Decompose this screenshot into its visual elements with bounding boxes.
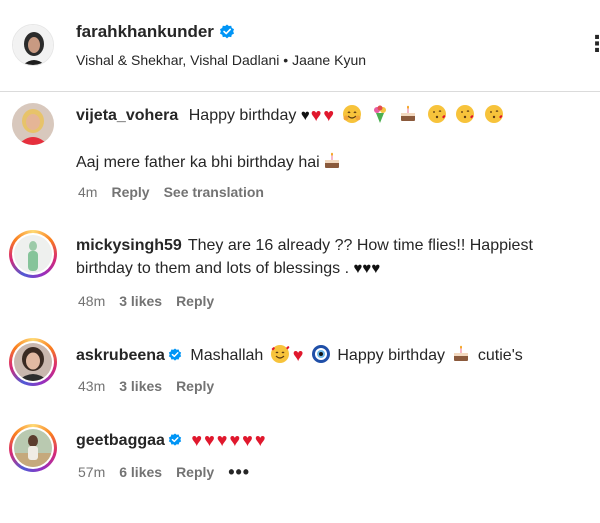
reply-button[interactable]: Reply [176, 378, 214, 394]
author-username[interactable]: farahkhankunder [76, 22, 214, 42]
comment-text: geetbaggaa ♥ ♥ ♥ ♥ ♥ ♥ [76, 429, 586, 452]
face-blowing-kiss-icon [484, 105, 503, 123]
birthday-cake-icon [324, 152, 339, 168]
comment-username[interactable]: askrubeena [76, 347, 165, 364]
red-heart-icon: ♥ [254, 430, 266, 450]
commenter-avatar[interactable] [9, 230, 57, 278]
comment-timestamp: 43m [78, 378, 106, 394]
author-avatar[interactable] [12, 24, 54, 66]
comment-meta: 48m 3 likes Reply [78, 293, 214, 309]
comment-message-part-2: Happy birthday [337, 347, 445, 364]
face-blowing-kiss-icon [427, 105, 446, 123]
birthday-cake-icon [401, 105, 416, 121]
birthday-cake-icon [454, 345, 469, 361]
more-options-icon[interactable]: ••• [228, 463, 250, 481]
red-heart-icon: ♥ [242, 430, 253, 450]
likes-count[interactable]: 6 likes [119, 464, 162, 480]
comment-meta: 4m Reply See translation [78, 184, 264, 200]
comment-message-part-3: cutie's [477, 347, 523, 364]
reply-button[interactable]: Reply [111, 184, 149, 200]
red-heart-icon: ♥ [191, 430, 203, 450]
comment-message: Happy birthday [188, 107, 297, 124]
reply-button[interactable]: Reply [176, 464, 214, 480]
bouquet-icon [374, 105, 386, 123]
commenter-avatar[interactable] [9, 424, 57, 472]
red-heart-icon: ♥ [204, 430, 215, 450]
comment-text: askrubeena Mashallah ♥ Happy birthday cu… [76, 344, 586, 367]
likes-count[interactable]: 3 likes [119, 293, 162, 309]
red-heart-icon: ♥ [310, 105, 322, 125]
comment-timestamp: 4m [78, 184, 98, 200]
comment-username[interactable]: mickysingh59 [76, 237, 182, 254]
see-translation-button[interactable]: See translation [164, 184, 264, 200]
face-blowing-kiss-icon [456, 105, 475, 123]
post-header: farahkhankunder Vishal & Shekhar, Vishal… [0, 0, 600, 92]
nazar-amulet-icon [311, 345, 330, 363]
audio-attribution[interactable]: Vishal & Shekhar, Vishal Dadlani • Jaane… [76, 52, 366, 68]
black-heart-icon: ♥ [300, 107, 310, 124]
comment-text: mickysingh59 They are 16 already ?? How t… [76, 234, 586, 280]
red-heart-icon: ♥ [323, 105, 335, 125]
smiling-face-with-hearts-icon [270, 345, 290, 363]
comment-meta: 43m 3 likes Reply [78, 378, 214, 394]
comment-timestamp: 48m [78, 293, 106, 309]
red-heart-icon: ♥ [216, 430, 228, 450]
hugging-face-icon [342, 105, 361, 123]
comment-username[interactable]: geetbaggaa [76, 432, 165, 449]
likes-count[interactable]: 3 likes [119, 378, 162, 394]
reply-button[interactable]: Reply [176, 293, 214, 309]
comment-message: Mashallah [190, 347, 264, 364]
red-heart-icon: ♥ [229, 430, 241, 450]
verified-badge-icon [219, 24, 234, 39]
red-heart-icon: ♥ [292, 345, 304, 365]
commenter-avatar[interactable] [9, 100, 57, 148]
verified-badge-icon [168, 433, 182, 446]
comment-meta: 57m 6 likes Reply ••• [78, 463, 250, 481]
verified-badge-icon [168, 348, 182, 361]
comment-username[interactable]: vijeta_vohera [76, 107, 178, 124]
comment-timestamp: 57m [78, 464, 106, 480]
comment-text: vijeta_vohera Happy birthday ♥♥ ♥ Aaj mer… [76, 104, 586, 174]
commenter-avatar[interactable] [9, 338, 57, 386]
more-horizontal-icon[interactable]: ⋮ [586, 33, 600, 55]
black-heart-icon: ♥♥♥ [353, 260, 381, 277]
comment-message-line-2: Aaj mere father ka bhi birthday hai [76, 154, 320, 171]
